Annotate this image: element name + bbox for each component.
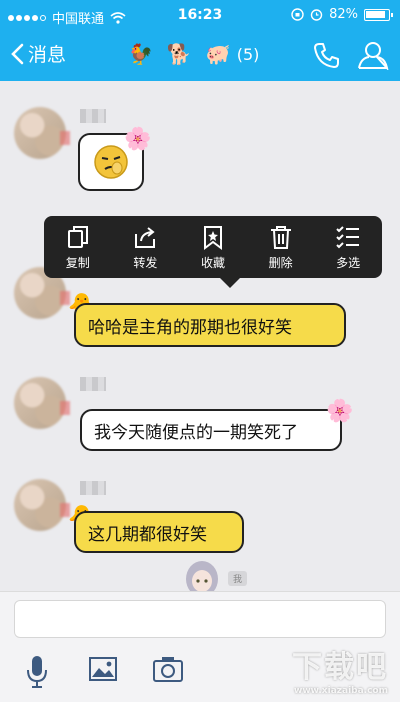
menu-label: 转发 [133,255,158,270]
avatar[interactable] [14,107,70,159]
watermark: 下载吧 www.xiazaiba.com [292,642,388,696]
member-count: (5) [236,44,260,64]
menu-item-multiselect[interactable]: 多选 [320,224,376,271]
battery-icon [364,8,393,21]
copy-icon [67,225,88,248]
chevron-left-icon [11,43,24,64]
message-bubble[interactable]: 这几期都很好笑 [74,511,244,553]
back-button[interactable]: 消息 [10,40,66,67]
camera-icon[interactable] [152,654,184,684]
my-nick: 我 [228,571,248,586]
message-text: 哈哈是主角的那期也很好笑 [88,317,292,338]
message-context-menu: 复制 转发 收藏 删除 多选 [44,216,382,288]
cherry-blossom-icon: 🌸 [124,127,152,152]
avatar[interactable] [14,377,70,429]
battery-percent: 82% [329,7,358,22]
menu-label: 删除 [268,255,293,270]
menu-item-delete[interactable]: 删除 [253,224,309,271]
avatar[interactable] [14,479,70,531]
menu-item-forward[interactable]: 转发 [117,224,173,271]
menu-item-bookmark[interactable]: 收藏 [185,224,241,271]
cherry-blossom-icon: 🌸 [326,399,354,424]
my-avatar[interactable] [182,557,222,591]
menu-label: 多选 [336,255,361,270]
group-members-icon[interactable] [356,40,390,70]
bookmark-icon [203,225,222,250]
sender-name [80,377,106,391]
microphone-icon[interactable] [24,654,50,690]
sender-name [80,109,106,123]
menu-label: 收藏 [200,255,225,270]
pig-icon: 🐖 [205,42,231,66]
message-bubble[interactable]: 我今天随便点的一期笑死了 [80,409,342,451]
message-text: 我今天随便点的一期笑死了 [94,422,298,443]
dog-icon: 🐕 [166,42,192,66]
multiselect-icon [336,225,360,248]
image-icon[interactable] [88,654,118,684]
menu-label: 复制 [65,255,90,270]
anime-girl-avatar-icon [186,561,218,591]
nav-bar: 消息 🐓 🐕 🐖 (5) [0,34,400,74]
watermark-url: www.xiazaiba.com [294,686,388,696]
message-text: 这几期都很好笑 [88,524,207,545]
watermark-text: 下载吧 [292,650,388,685]
group-members[interactable]: 🐓 🐕 🐖 (5) [128,42,259,66]
sender-name [80,481,106,495]
top-bar: 中国联通 16:23 82% 消息 🐓 🐕 🐖 (5) [0,0,400,81]
input-bar: 下载吧 www.xiazaiba.com [0,591,400,702]
trash-icon [270,225,291,249]
message-bubble[interactable]: 哈哈是主角的那期也很好笑 [74,303,346,347]
message-input[interactable] [14,600,386,638]
forward-icon [135,226,156,248]
rooster-icon: 🐓 [128,42,153,66]
back-label: 消息 [28,44,67,66]
chat-area[interactable]: 🌸 🐥 哈哈是主角的那期也很好笑 我今天随便点的一期笑死了 🌸 🐥 这几期都很好… [0,81,400,591]
rotation-lock-icon [291,8,304,21]
phone-icon[interactable] [312,40,342,70]
status-bar: 中国联通 16:23 82% [0,0,400,30]
menu-item-copy[interactable]: 复制 [50,224,106,271]
alarm-icon [310,9,323,21]
